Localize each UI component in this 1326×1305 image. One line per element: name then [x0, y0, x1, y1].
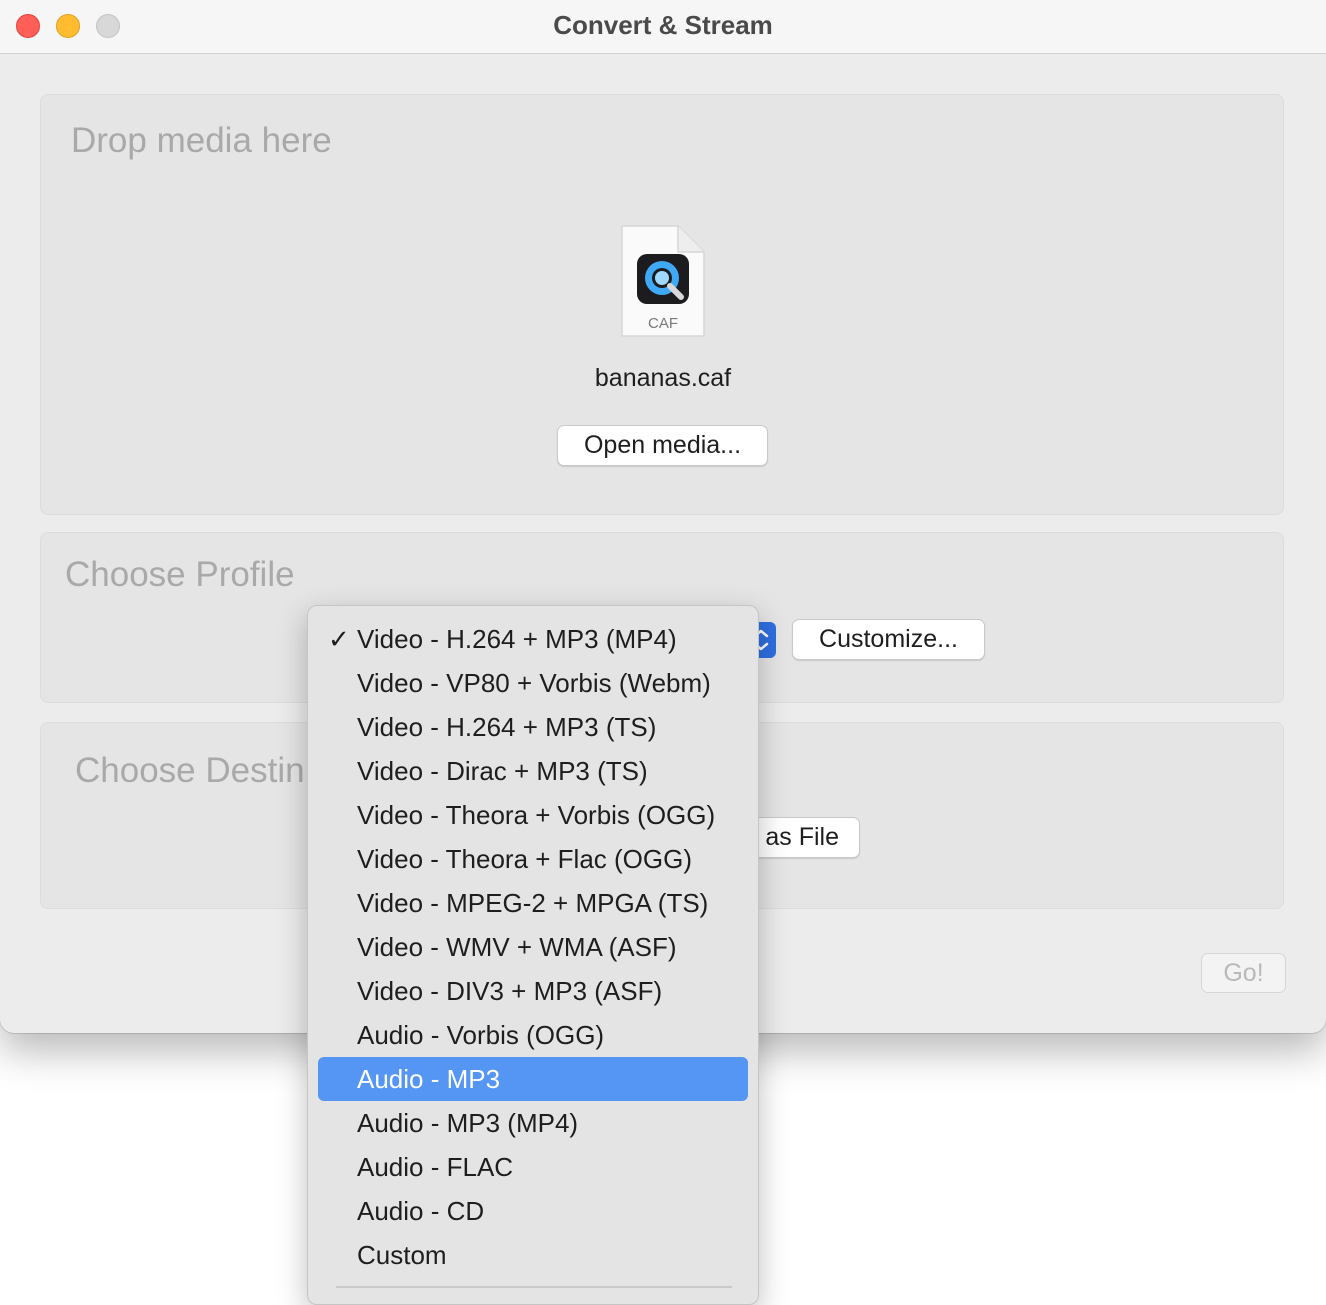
profile-menu-item[interactable]: Audio - CD: [318, 1189, 748, 1233]
profile-menu-item[interactable]: Video - H.264 + MP3 (TS): [318, 705, 748, 749]
profile-menu-item[interactable]: Video - MPEG-2 + MPGA (TS): [318, 881, 748, 925]
profile-popup-menu: ✓ Video - H.264 + MP3 (MP4) Video - VP80 +…: [307, 605, 759, 1305]
profile-menu-item-label: Video - DIV3 + MP3 (ASF): [357, 976, 663, 1006]
profile-menu-item-label: Video - Dirac + MP3 (TS): [357, 756, 648, 786]
choose-profile-heading: Choose Profile: [65, 555, 295, 594]
profile-menu-item-label: Audio - Vorbis (OGG): [357, 1020, 605, 1050]
profile-menu-item[interactable]: Video - Dirac + MP3 (TS): [318, 749, 748, 793]
profile-menu-item-label: Video - Theora + Vorbis (OGG): [357, 800, 716, 830]
drop-media-heading: Drop media here: [71, 121, 332, 160]
profile-menu-item[interactable]: Video - Theora + Vorbis (OGG): [318, 793, 748, 837]
profile-menu-item-label: Video - MPEG-2 + MPGA (TS): [357, 888, 709, 918]
profile-menu-item[interactable]: Audio - MP3: [318, 1057, 748, 1101]
profile-menu-item[interactable]: Video - DIV3 + MP3 (ASF): [318, 969, 748, 1013]
profile-menu-item[interactable]: ✓ Video - H.264 + MP3 (MP4): [318, 617, 748, 661]
profile-menu-item-label: Audio - MP3 (MP4): [357, 1108, 579, 1138]
profile-menu-item[interactable]: Video - Theora + Flac (OGG): [318, 837, 748, 881]
profile-menu-item-label: Video - Theora + Flac (OGG): [357, 844, 693, 874]
open-media-button[interactable]: Open media...: [557, 425, 768, 466]
checkmark-icon: ✓: [328, 624, 350, 654]
profile-menu-item-label: Custom: [357, 1240, 447, 1270]
quicktime-document-icon: CAF: [621, 225, 705, 337]
choose-destination-heading: Choose Destin: [75, 751, 305, 790]
profile-menu-item-label: Video - H.264 + MP3 (TS): [357, 712, 657, 742]
profile-menu-item-label: Audio - FLAC: [357, 1152, 514, 1182]
profile-menu-item[interactable]: Video - WMV + WMA (ASF): [318, 925, 748, 969]
profile-menu-item-label: Audio - MP3: [357, 1064, 501, 1094]
window-title: Convert & Stream: [553, 10, 773, 40]
profile-menu-item-label: Video - WMV + WMA (ASF): [357, 932, 677, 962]
file-type-label: CAF: [648, 315, 678, 332]
profile-menu-item[interactable]: Audio - Vorbis (OGG): [318, 1013, 748, 1057]
profile-menu-item-label: Video - H.264 + MP3 (MP4): [357, 624, 677, 654]
profile-menu-item-label: Video - VP80 + Vorbis (Webm): [357, 668, 711, 698]
profile-menu-item[interactable]: Custom: [318, 1233, 748, 1277]
profile-menu-item-label: Audio - CD: [357, 1196, 485, 1226]
file-name-label: bananas.caf: [594, 364, 732, 392]
customize-button[interactable]: Customize...: [792, 619, 985, 660]
profile-menu-item[interactable]: Audio - MP3 (MP4): [318, 1101, 748, 1145]
profile-menu-item[interactable]: Audio - FLAC: [318, 1145, 748, 1189]
go-button[interactable]: Go!: [1201, 953, 1286, 993]
title-bar: Convert & Stream: [0, 0, 1326, 54]
profile-menu-item[interactable]: Video - VP80 + Vorbis (Webm): [318, 661, 748, 705]
